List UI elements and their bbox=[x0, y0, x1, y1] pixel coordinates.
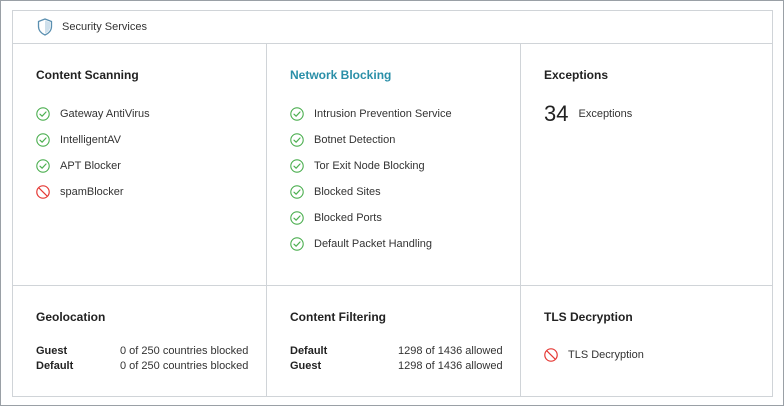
list-item: Botnet Detection bbox=[290, 127, 452, 153]
service-label: Intrusion Prevention Service bbox=[314, 108, 452, 120]
exceptions-card: Exceptions 34 Exceptions bbox=[544, 68, 764, 278]
service-label: Default Packet Handling bbox=[314, 238, 433, 250]
service-label: APT Blocker bbox=[60, 160, 121, 172]
geolocation-value: 0 of 250 countries blocked bbox=[120, 344, 249, 357]
geolocation-card: Geolocation Guest 0 of 250 countries blo… bbox=[36, 310, 256, 390]
blocked-circle-icon bbox=[36, 185, 50, 199]
geolocation-key: Guest bbox=[36, 344, 68, 357]
geolocation-table: Guest 0 of 250 countries blocked Default… bbox=[36, 343, 248, 373]
content-filtering-value: 1298 of 1436 allowed bbox=[398, 344, 503, 357]
check-circle-icon bbox=[290, 237, 304, 251]
panel-header: Security Services bbox=[13, 11, 772, 44]
exceptions-count: 34 bbox=[544, 101, 569, 126]
row-divider bbox=[13, 285, 772, 286]
check-circle-icon bbox=[36, 133, 50, 147]
list-item: Tor Exit Node Blocking bbox=[290, 153, 452, 179]
content-scanning-list: Gateway AntiVirus IntelligentAV APT Blocke… bbox=[36, 101, 150, 205]
content-filtering-title: Content Filtering bbox=[290, 310, 386, 324]
list-item: spamBlocker bbox=[36, 179, 150, 205]
security-services-panel: Security Services Content Scanning Gatew… bbox=[12, 10, 773, 397]
exceptions-title: Exceptions bbox=[544, 68, 609, 82]
content-filtering-card: Content Filtering Default 1298 of 1436 a… bbox=[290, 310, 510, 390]
list-item: APT Blocker bbox=[36, 153, 150, 179]
service-label: IntelligentAV bbox=[60, 134, 121, 146]
column-divider bbox=[520, 44, 521, 396]
content-filtering-key: Guest bbox=[290, 359, 322, 372]
list-item: Blocked Sites bbox=[290, 179, 452, 205]
service-label: Blocked Ports bbox=[314, 212, 382, 224]
window-frame: Security Services Content Scanning Gatew… bbox=[0, 0, 784, 406]
check-circle-icon bbox=[36, 159, 50, 173]
service-label: spamBlocker bbox=[60, 186, 124, 198]
service-label: Tor Exit Node Blocking bbox=[314, 160, 425, 172]
check-circle-icon bbox=[290, 159, 304, 173]
list-item: Gateway AntiVirus bbox=[36, 101, 150, 127]
table-row: Default 0 of 250 countries blocked bbox=[36, 358, 248, 373]
check-circle-icon bbox=[290, 185, 304, 199]
service-label: Gateway AntiVirus bbox=[60, 108, 150, 120]
exceptions-summary: 34 Exceptions bbox=[544, 101, 632, 127]
list-item: Blocked Ports bbox=[290, 205, 452, 231]
geolocation-title: Geolocation bbox=[36, 310, 106, 324]
service-label: TLS Decryption bbox=[568, 349, 644, 361]
blocked-circle-icon bbox=[544, 348, 558, 362]
panel-title: Security Services bbox=[62, 21, 147, 33]
geolocation-key: Default bbox=[36, 359, 74, 372]
column-divider bbox=[266, 44, 267, 396]
list-item: IntelligentAV bbox=[36, 127, 150, 153]
table-row: Default 1298 of 1436 allowed bbox=[290, 343, 503, 358]
list-item: Default Packet Handling bbox=[290, 231, 452, 257]
shield-icon bbox=[37, 18, 53, 36]
tls-decryption-list: TLS Decryption bbox=[544, 342, 644, 368]
content-scanning-title: Content Scanning bbox=[36, 68, 139, 82]
service-label: Blocked Sites bbox=[314, 186, 381, 198]
check-circle-icon bbox=[290, 211, 304, 225]
list-item: Intrusion Prevention Service bbox=[290, 101, 452, 127]
check-circle-icon bbox=[36, 107, 50, 121]
content-filtering-key: Default bbox=[290, 344, 328, 357]
content-filtering-value: 1298 of 1436 allowed bbox=[398, 359, 503, 372]
content-filtering-table: Default 1298 of 1436 allowed Guest 1298 … bbox=[290, 343, 503, 373]
table-row: Guest 0 of 250 countries blocked bbox=[36, 343, 248, 358]
table-row: Guest 1298 of 1436 allowed bbox=[290, 358, 503, 373]
network-blocking-link[interactable]: Network Blocking bbox=[290, 68, 391, 82]
geolocation-value: 0 of 250 countries blocked bbox=[120, 359, 249, 372]
exceptions-label: Exceptions bbox=[578, 108, 633, 120]
check-circle-icon bbox=[290, 107, 304, 121]
content-scanning-card: Content Scanning Gateway AntiVirus Intell… bbox=[36, 68, 256, 278]
service-label: Botnet Detection bbox=[314, 134, 396, 146]
list-item: TLS Decryption bbox=[544, 342, 644, 368]
tls-decryption-title: TLS Decryption bbox=[544, 310, 633, 324]
tls-decryption-card: TLS Decryption TLS Decryption bbox=[544, 310, 764, 390]
check-circle-icon bbox=[290, 133, 304, 147]
network-blocking-list: Intrusion Prevention Service Botnet Detec… bbox=[290, 101, 452, 257]
network-blocking-card: Network Blocking Intrusion Prevention Se… bbox=[290, 68, 510, 278]
